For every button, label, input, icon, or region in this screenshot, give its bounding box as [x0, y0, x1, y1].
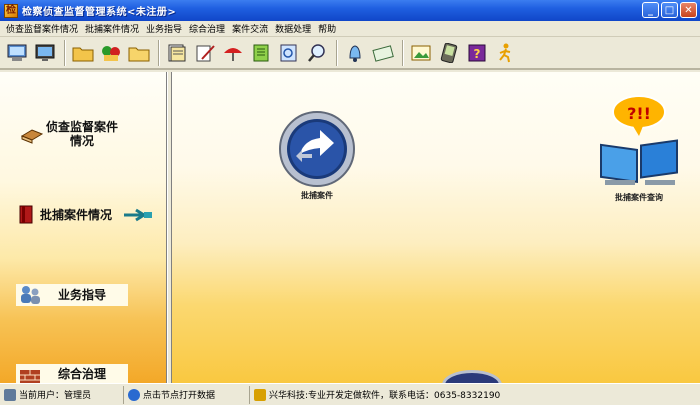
minimize-button[interactable]: _ — [642, 2, 659, 18]
arrow-pointer-icon — [124, 208, 153, 222]
bubble-text: ?!! — [627, 104, 651, 123]
status-hint-text: 点击节点打开数据 — [143, 391, 216, 401]
folder-color-icon[interactable] — [98, 40, 124, 66]
nav-item-business-guidance[interactable]: 业务指导 — [16, 284, 128, 306]
query-computers-icon: ?!! — [600, 95, 678, 185]
brick-wall-icon — [20, 370, 40, 383]
user-icon — [4, 388, 16, 401]
title-bar: 检 检察侦查监督管理系统<未注册> _ □ ✕ — [0, 0, 700, 21]
status-bar: 当前用户：管理员 点击节点打开数据 兴华科技:专业开发定做软件，联系电话：063… — [0, 383, 700, 405]
left-nav-panel: 侦查监督案件 情况 批捕案件情况 业务指导 综合治理 — [0, 72, 167, 383]
nav-label: 侦查监督案件 — [46, 120, 119, 134]
menu-case-exchange[interactable]: 案件交流 — [230, 22, 273, 35]
info-icon — [128, 388, 140, 401]
toolbar-separator — [402, 39, 404, 66]
nav-label: 批捕案件情况 — [40, 208, 113, 222]
main-area: 批捕案件 ?!! 批捕案件查询 — [172, 72, 700, 383]
magnifier-icon[interactable] — [304, 40, 330, 66]
umbrella-icon[interactable] — [220, 40, 246, 66]
document-stack-icon[interactable] — [164, 40, 190, 66]
company-icon — [254, 388, 266, 401]
menu-help[interactable]: 帮助 — [316, 22, 341, 35]
nav-item-arrest-cases[interactable]: 批捕案件情况 — [16, 204, 154, 226]
people-icon — [21, 286, 40, 304]
menu-investigation[interactable]: 侦查监督案件情况 — [4, 22, 83, 35]
desktop-icon-arrest-query[interactable]: ?!! 批捕案件查询 — [595, 90, 683, 203]
partial-icon — [442, 370, 502, 383]
notebook-icon[interactable] — [248, 40, 274, 66]
bell-icon[interactable] — [342, 40, 368, 66]
envelope-icon[interactable] — [370, 40, 396, 66]
window-title: 检察侦查监督管理系统<未注册> — [22, 7, 177, 18]
toolbar-separator — [64, 39, 66, 66]
menu-bar: 侦查监督案件情况 批捕案件情况 业务指导 综合治理 案件交流 数据处理 帮助 — [0, 21, 700, 37]
window-controls: _ □ ✕ — [642, 2, 697, 18]
palm-device-icon[interactable] — [436, 40, 462, 66]
picture-icon[interactable] — [408, 40, 434, 66]
status-hint: 点击节点打开数据 — [124, 385, 250, 404]
monitor-icon[interactable] — [32, 40, 58, 66]
status-user: 当前用户：管理员 — [0, 385, 124, 404]
close-button[interactable]: ✕ — [680, 2, 697, 18]
nav-item-investigation[interactable]: 侦查监督案件 情况 — [20, 120, 118, 148]
toolbar-separator — [336, 39, 338, 66]
computer-icon[interactable] — [4, 40, 30, 66]
search-doc-icon[interactable] — [276, 40, 302, 66]
arrow-badge-icon — [279, 111, 355, 187]
book-icon — [20, 129, 44, 144]
desktop-icon-label: 批捕案件 — [301, 191, 333, 200]
menu-comprehensive-governance[interactable]: 综合治理 — [187, 22, 230, 35]
toolbar-separator — [158, 39, 160, 66]
desktop-icon-arrest-cases[interactable]: 批捕案件 — [278, 110, 356, 201]
app-icon: 检 — [4, 3, 18, 18]
folder-open-icon[interactable] — [126, 40, 152, 66]
svg-text:?: ? — [474, 47, 481, 61]
status-company-text: 兴华科技:专业开发定做软件，联系电话：0635-8332190 — [269, 391, 501, 401]
pen-paper-icon[interactable] — [192, 40, 218, 66]
status-company: 兴华科技:专业开发定做软件，联系电话：0635-8332190 — [250, 386, 504, 404]
nav-label: 情况 — [70, 134, 95, 148]
runner-icon[interactable] — [492, 40, 518, 66]
desktop-icon-label: 批捕案件查询 — [615, 193, 663, 202]
red-book-icon — [19, 205, 33, 224]
toolbar: ? — [0, 37, 700, 70]
nav-label: 综合治理 — [58, 367, 107, 381]
maximize-button[interactable]: □ — [661, 2, 678, 18]
help-book-icon[interactable]: ? — [464, 40, 490, 66]
nav-item-comprehensive-governance[interactable]: 综合治理 — [16, 364, 128, 383]
folder-icon[interactable] — [70, 40, 96, 66]
status-user-text: 当前用户：管理员 — [19, 391, 92, 401]
menu-data-processing[interactable]: 数据处理 — [273, 22, 316, 35]
menu-arrest-cases[interactable]: 批捕案件情况 — [83, 22, 144, 35]
nav-label: 业务指导 — [58, 288, 107, 302]
menu-business-guidance[interactable]: 业务指导 — [144, 22, 187, 35]
